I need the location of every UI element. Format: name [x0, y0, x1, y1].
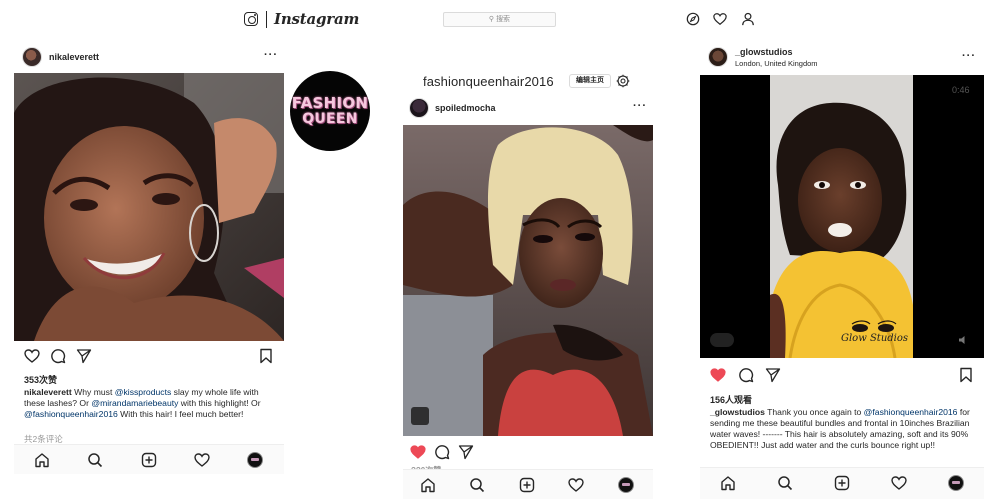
more-options-icon[interactable]: ···: [264, 50, 278, 61]
search-icon[interactable]: [777, 475, 793, 491]
logo-divider: [266, 11, 267, 28]
tagged-people-icon[interactable]: [710, 333, 734, 347]
profile-username: fashionqueenhair2016: [423, 74, 554, 89]
heart-icon[interactable]: [710, 367, 726, 383]
comment-icon[interactable]: [50, 348, 66, 364]
activity-heart-icon[interactable]: [891, 475, 907, 491]
avatar[interactable]: [708, 47, 728, 67]
activity-heart-icon[interactable]: [194, 452, 210, 468]
middle-post-screen: spoiledmocha ···: [403, 94, 653, 499]
mute-icon[interactable]: [958, 335, 970, 345]
share-icon[interactable]: [76, 348, 92, 364]
caption-mention[interactable]: @kissproducts: [115, 387, 172, 397]
like-count[interactable]: 353次赞: [24, 373, 57, 386]
caption-text: Thank you once again to: [764, 407, 864, 417]
brand-logo-text: QUEEN: [302, 111, 358, 127]
edit-profile-button[interactable]: 编辑主页: [569, 74, 611, 88]
bookmark-icon[interactable]: [258, 348, 274, 364]
post-header: _glowstudios London, United Kingdom ···: [700, 42, 984, 74]
caption-text: Why must: [71, 387, 115, 397]
post-location[interactable]: London, United Kingdom: [735, 59, 818, 68]
post-actions: [700, 367, 984, 385]
profile-icon[interactable]: [741, 12, 755, 26]
post-actions: [403, 444, 653, 462]
settings-gear-icon[interactable]: [616, 74, 630, 88]
instagram-wordmark[interactable]: Instagram: [274, 10, 359, 28]
share-icon[interactable]: [765, 367, 781, 383]
profile-avatar-icon[interactable]: [948, 475, 964, 491]
heart-icon[interactable]: [713, 12, 727, 26]
avatar[interactable]: [22, 47, 42, 67]
post-username[interactable]: _glowstudios: [735, 47, 793, 57]
post-photo[interactable]: [14, 73, 284, 341]
post-header: spoiledmocha ···: [403, 94, 653, 124]
search-icon[interactable]: [469, 477, 485, 493]
profile-avatar-icon[interactable]: [247, 452, 263, 468]
instagram-logo-icon[interactable]: [244, 12, 258, 26]
heart-icon[interactable]: [410, 444, 426, 460]
post-username[interactable]: spoiledmocha: [435, 103, 496, 113]
comment-icon[interactable]: [434, 444, 450, 460]
right-post-screen: _glowstudios London, United Kingdom ··· …: [700, 42, 984, 499]
search-placeholder: 搜索: [496, 16, 511, 23]
add-post-icon[interactable]: [834, 475, 850, 491]
bottom-navigation: [403, 469, 653, 499]
brand-logo-text: FASHION: [291, 94, 369, 112]
caption-username[interactable]: _glowstudios: [710, 407, 765, 417]
home-icon[interactable]: [34, 452, 50, 468]
profile-avatar-icon[interactable]: [618, 477, 634, 493]
home-icon[interactable]: [420, 477, 436, 493]
more-options-icon[interactable]: ···: [633, 101, 647, 112]
more-options-icon[interactable]: ···: [962, 51, 976, 62]
caption-mention[interactable]: @mirandamariebeauty: [91, 398, 178, 408]
search-icon: ⚲: [488, 16, 495, 23]
post-header: nikaleverett ···: [14, 42, 284, 72]
comment-icon[interactable]: [738, 367, 754, 383]
search-input[interactable]: ⚲ 搜索: [443, 12, 556, 27]
video-timer: 0:46: [952, 85, 970, 95]
shirt-print-text: Glow Studios: [841, 333, 909, 344]
compass-icon[interactable]: [686, 12, 700, 26]
brand-logo: FASHION QUEEN: [290, 71, 370, 151]
post-photo[interactable]: [403, 125, 653, 436]
caption-text: with this highlight! Or: [178, 398, 261, 408]
search-icon[interactable]: [87, 452, 103, 468]
home-icon[interactable]: [720, 475, 736, 491]
caption-mention[interactable]: @fashionqueenhair2016: [864, 407, 958, 417]
top-navigation-bar: Instagram ⚲ 搜索: [0, 0, 1000, 40]
heart-icon[interactable]: [24, 348, 40, 364]
post-actions: [14, 348, 284, 366]
post-caption: _glowstudios Thank you once again to @fa…: [710, 407, 980, 451]
bottom-navigation: [700, 467, 984, 499]
view-count[interactable]: 156人观看: [710, 393, 752, 406]
add-post-icon[interactable]: [519, 477, 535, 493]
caption-mention[interactable]: @fashionqueenhair2016: [24, 409, 118, 419]
post-caption: nikaleverett Why must @kissproducts slay…: [24, 387, 280, 420]
post-username[interactable]: nikaleverett: [49, 52, 99, 62]
bottom-navigation: [14, 444, 284, 474]
add-post-icon[interactable]: [141, 452, 157, 468]
activity-heart-icon[interactable]: [568, 477, 584, 493]
bookmark-icon[interactable]: [958, 367, 974, 383]
caption-username[interactable]: nikaleverett: [24, 387, 72, 397]
post-video[interactable]: 0:46 Glow Studios: [700, 75, 984, 358]
avatar[interactable]: [409, 98, 429, 118]
left-post-screen: nikaleverett ··· 353次赞 nikaleverett Why …: [14, 42, 284, 499]
share-icon[interactable]: [458, 444, 474, 460]
caption-text: With this hair! I feel much better!: [117, 409, 244, 419]
